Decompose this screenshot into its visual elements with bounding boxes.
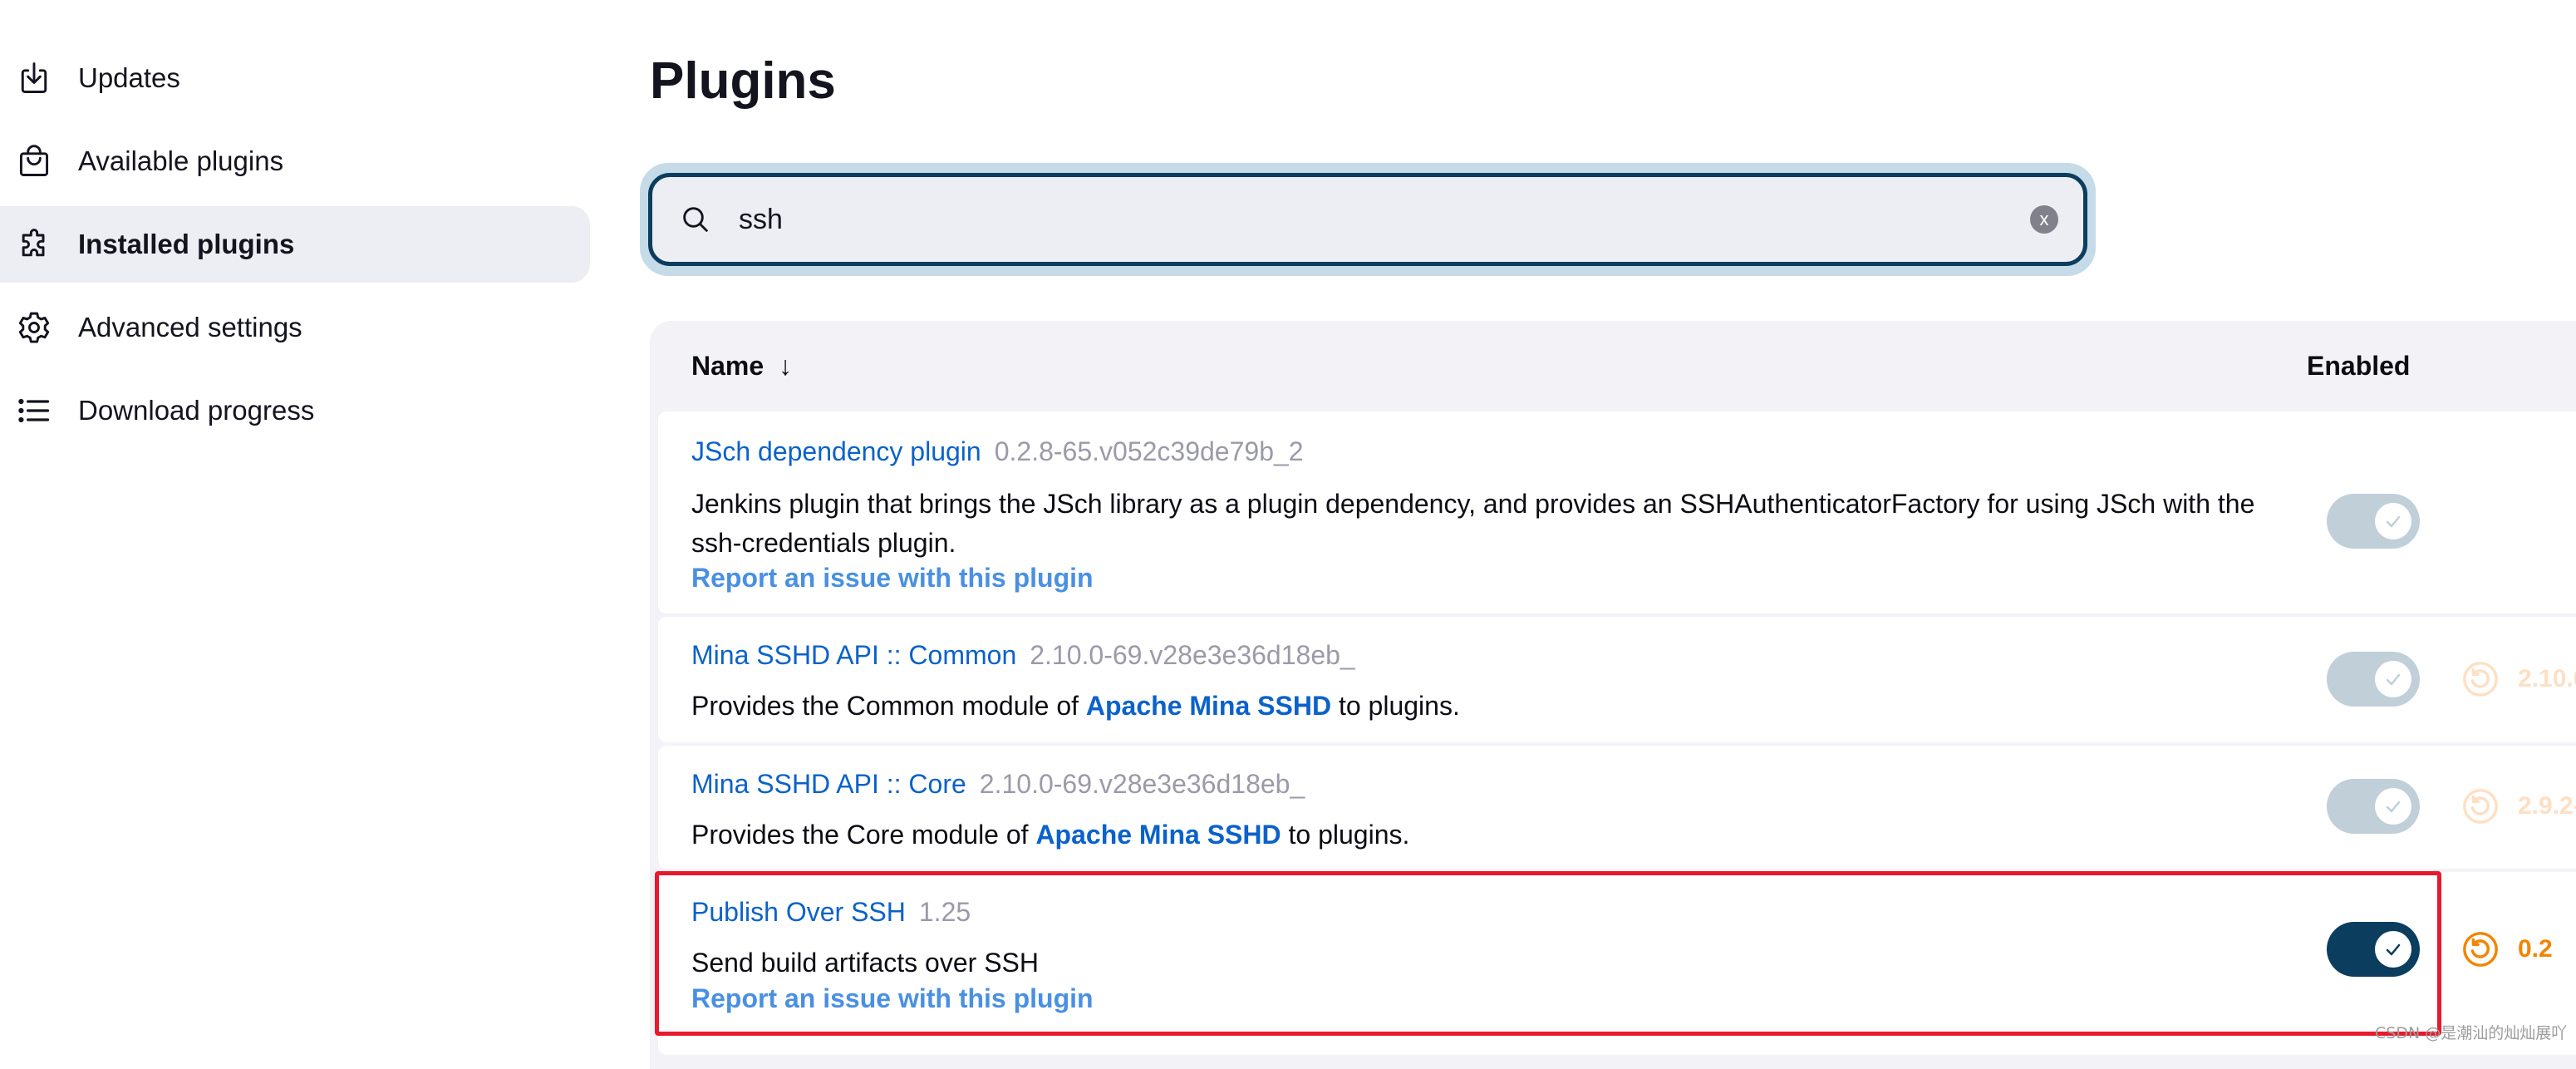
sidebar-item-available-plugins[interactable]: Available plugins	[0, 123, 590, 200]
search-box[interactable]: x	[648, 173, 2087, 266]
check-icon	[2375, 788, 2411, 825]
plugin-name-link[interactable]: Mina SSHD API :: Core	[691, 769, 966, 799]
gear-icon	[15, 308, 53, 347]
downgrade-button[interactable]: 2.9.2-	[2461, 787, 2576, 825]
column-header-enabled[interactable]: Enabled	[2307, 351, 2410, 382]
plugin-name-link[interactable]: JSch dependency plugin	[691, 436, 981, 466]
downgrade-version: 0.2	[2518, 935, 2553, 963]
download-icon	[15, 59, 53, 97]
restore-icon	[2463, 932, 2498, 967]
plugin-version: 1.25	[918, 897, 971, 927]
search-focus-ring: x	[640, 163, 2096, 276]
table-header: Name ↓ Enabled	[650, 321, 2576, 408]
enabled-toggle[interactable]	[2327, 922, 2420, 977]
sidebar-item-label: Download progress	[78, 395, 315, 426]
table-row: Publish Over SSH 1.25 Send build artifact…	[658, 872, 2576, 1055]
watermark: CSDN @是潮汕的灿灿展吖	[2375, 1024, 2568, 1042]
enabled-toggle[interactable]	[2327, 779, 2420, 834]
sidebar: Updates Available plugins Installed plug…	[0, 40, 590, 456]
sidebar-item-label: Installed plugins	[78, 229, 295, 259]
list-icon	[15, 392, 53, 430]
check-icon	[2375, 503, 2411, 539]
plugin-title: Publish Over SSH 1.25	[691, 897, 971, 928]
apache-mina-sshd-link[interactable]: Apache Mina SSHD	[1086, 691, 1331, 721]
sidebar-item-label: Advanced settings	[78, 312, 302, 342]
plugins-table: Name ↓ Enabled JSch dependency plugin 0.2…	[650, 321, 2576, 1069]
enabled-toggle[interactable]	[2327, 652, 2420, 707]
plugin-description: Provides the Core module of Apache Mina …	[691, 820, 1410, 850]
plugin-description: Jenkins plugin that brings the JSch libr…	[691, 489, 2255, 558]
page-title: Plugins	[650, 52, 836, 110]
downgrade-version: 2.9.2-	[2518, 792, 2576, 820]
plugin-name-link[interactable]: Publish Over SSH	[691, 897, 906, 927]
plugin-version: 2.10.0-69.v28e3e36d18eb_	[979, 769, 1305, 799]
downgrade-version: 2.10.0	[2518, 665, 2576, 692]
restore-icon	[2463, 789, 2498, 824]
clear-icon[interactable]: x	[2030, 205, 2058, 234]
plugin-description: Provides the Common module of Apache Min…	[691, 691, 1460, 721]
column-header-name[interactable]: Name ↓	[691, 351, 792, 382]
table-row: Mina SSHD API :: Core 2.10.0-69.v28e3e36d…	[658, 746, 2576, 869]
sidebar-item-installed-plugins[interactable]: Installed plugins	[0, 206, 590, 283]
shopping-bag-icon	[15, 142, 53, 180]
plugin-description: Send build artifacts over SSH	[691, 948, 1039, 978]
check-icon	[2375, 931, 2411, 968]
sidebar-item-advanced-settings[interactable]: Advanced settings	[0, 289, 590, 366]
search-input[interactable]	[737, 202, 2030, 237]
enabled-toggle[interactable]	[2327, 494, 2420, 549]
sidebar-item-updates[interactable]: Updates	[0, 40, 590, 116]
search-icon	[679, 203, 712, 236]
plugin-version: 2.10.0-69.v28e3e36d18eb_	[1030, 640, 1355, 670]
sidebar-item-label: Updates	[78, 62, 180, 93]
downgrade-button[interactable]: 0.2	[2461, 930, 2553, 968]
plugin-title: Mina SSHD API :: Core 2.10.0-69.v28e3e36d…	[691, 769, 1305, 800]
plugin-name-link[interactable]: Mina SSHD API :: Common	[691, 640, 1016, 670]
sidebar-item-label: Available plugins	[78, 145, 284, 176]
restore-icon	[2463, 662, 2498, 697]
sidebar-item-download-progress[interactable]: Download progress	[0, 372, 590, 449]
plugin-title: JSch dependency plugin 0.2.8-65.v052c39de…	[691, 436, 1304, 467]
table-row: Mina SSHD API :: Common 2.10.0-69.v28e3e3…	[658, 617, 2576, 742]
plugin-version: 0.2.8-65.v052c39de79b_2	[994, 436, 1304, 466]
plugin-title: Mina SSHD API :: Common 2.10.0-69.v28e3e3…	[691, 640, 1355, 671]
downgrade-button[interactable]: 2.10.0	[2461, 660, 2576, 698]
puzzle-icon	[15, 225, 53, 264]
check-icon	[2375, 661, 2411, 697]
report-issue-link[interactable]: Report an issue with this plugin	[691, 563, 1094, 594]
sort-arrow-icon: ↓	[778, 351, 792, 381]
apache-mina-sshd-link[interactable]: Apache Mina SSHD	[1035, 820, 1281, 850]
report-issue-link[interactable]: Report an issue with this plugin	[691, 983, 1094, 1014]
table-row: JSch dependency plugin 0.2.8-65.v052c39de…	[658, 411, 2576, 613]
